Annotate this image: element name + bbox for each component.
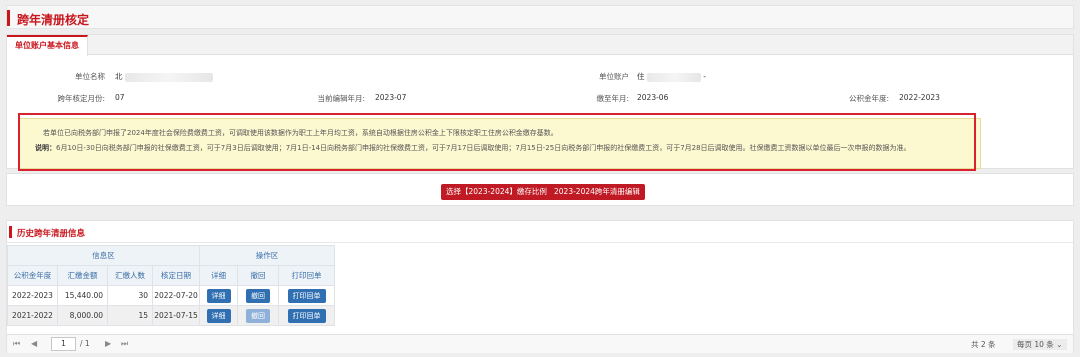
col-revoke: 撤回 <box>237 265 279 286</box>
history-table: 信息区 操作区 公积金年度 汇缴金额 汇缴人数 核定日期 详细 撤回 打印回单 … <box>7 245 335 326</box>
fund-year-value: 2022-2023 <box>899 93 940 102</box>
cell-count: 30 <box>107 285 153 306</box>
history-title: 历史跨年清册信息 <box>17 229 86 239</box>
next-page-icon[interactable]: ▶ <box>105 339 111 348</box>
unit-name-redacted <box>124 72 213 82</box>
print-receipt-button[interactable]: 打印回单 <box>287 288 326 303</box>
col-date: 核定日期 <box>152 265 200 286</box>
pagination-bar: ⏮ ◀ 1 / 1 ▶ ⏭ 共 2 条 每页 10 条 ⌄ <box>7 334 1073 353</box>
tab-strip: 单位账户基本信息 <box>7 35 1073 56</box>
per-page-value: 每页 10 条 <box>1017 340 1054 349</box>
month-value: 07 <box>115 93 125 102</box>
edit-register-button[interactable]: 2023-2024跨年清册编辑 <box>549 184 645 200</box>
unit-account-suffix: - <box>703 72 706 81</box>
cell-amount: 15,440.00 <box>57 285 108 306</box>
unit-name-text: 北 <box>115 72 123 81</box>
col-detail: 详细 <box>199 265 238 286</box>
group-info-header: 信息区 <box>7 245 200 266</box>
col-amount: 汇缴金额 <box>57 265 108 286</box>
cell-year: 2022-2023 <box>7 285 58 306</box>
cell-revoke: 撤回 <box>237 285 279 306</box>
cell-revoke: 撤回 <box>237 305 279 326</box>
group-ops-header: 操作区 <box>199 245 335 266</box>
paid-until-label: 缴至年月: <box>596 94 629 103</box>
unit-account-redacted <box>646 72 701 82</box>
actions-panel: 选择【2023-2024】缴存比例 2023-2024跨年清册编辑 <box>6 173 1074 206</box>
col-count: 汇缴人数 <box>107 265 153 286</box>
history-panel: 历史跨年清册信息 信息区 操作区 公积金年度 汇缴金额 汇缴人数 核定日期 详细… <box>6 220 1074 353</box>
per-page-select[interactable]: 每页 10 条 ⌄ <box>1013 339 1067 350</box>
edit-month-label: 当前编辑年月: <box>317 94 365 103</box>
page-number-input[interactable]: 1 <box>51 337 76 351</box>
select-ratio-button[interactable]: 选择【2023-2024】缴存比例 <box>441 184 552 200</box>
last-page-icon[interactable]: ⏭ <box>121 339 128 349</box>
cell-year: 2021-2022 <box>7 305 58 326</box>
first-page-icon[interactable]: ⏮ <box>13 339 20 349</box>
paid-until-value: 2023-06 <box>637 93 669 102</box>
cell-date: 2021-07-15 <box>152 305 200 326</box>
total-count-text: 共 2 条 <box>971 340 996 349</box>
fund-year-label: 公积金年度: <box>848 94 889 103</box>
col-print: 打印回单 <box>278 265 335 286</box>
basic-info-panel: 单位账户基本信息 单位名称 北 单位账户 住 - 跨年核定月份: 07 当前编辑… <box>6 34 1074 171</box>
cell-print: 打印回单 <box>278 285 335 306</box>
tab-basic-info[interactable]: 单位账户基本信息 <box>7 35 88 56</box>
detail-button[interactable]: 详细 <box>206 288 231 303</box>
cell-amount: 8,000.00 <box>57 305 108 326</box>
header-accent-bar <box>7 10 10 26</box>
table-row: 2021-2022 8,000.00 15 2021-07-15 详细 撤回 打… <box>7 305 335 326</box>
prev-page-icon[interactable]: ◀ <box>31 339 37 348</box>
detail-button[interactable]: 详细 <box>206 308 231 323</box>
unit-account-label: 单位账户 <box>599 72 629 81</box>
month-label: 跨年核定月份: <box>57 94 105 103</box>
cell-print: 打印回单 <box>278 305 335 326</box>
cell-detail: 详细 <box>199 285 238 306</box>
revoke-button[interactable]: 撤回 <box>246 288 270 303</box>
history-accent-bar <box>9 226 12 238</box>
total-pages-text: / 1 <box>80 339 90 348</box>
unit-account-value: 住 - <box>637 71 706 82</box>
highlight-annotation <box>18 113 976 171</box>
page-header: 跨年清册核定 <box>6 5 1074 29</box>
cell-detail: 详细 <box>199 305 238 326</box>
chevron-down-icon: ⌄ <box>1056 340 1063 349</box>
revoke-button-disabled: 撤回 <box>246 308 270 323</box>
col-year: 公积金年度 <box>7 265 58 286</box>
history-header: 历史跨年清册信息 <box>7 221 1073 243</box>
cell-count: 15 <box>107 305 153 326</box>
unit-name-value: 北 <box>115 71 213 82</box>
print-receipt-button[interactable]: 打印回单 <box>287 308 326 323</box>
edit-month-value: 2023-07 <box>375 93 407 102</box>
page-title: 跨年清册核定 <box>17 13 90 27</box>
unit-account-text: 住 <box>637 72 645 81</box>
table-row: 2022-2023 15,440.00 30 2022-07-20 详细 撤回 … <box>7 285 335 306</box>
unit-name-label: 单位名称 <box>75 72 105 81</box>
cell-date: 2022-07-20 <box>152 285 200 306</box>
